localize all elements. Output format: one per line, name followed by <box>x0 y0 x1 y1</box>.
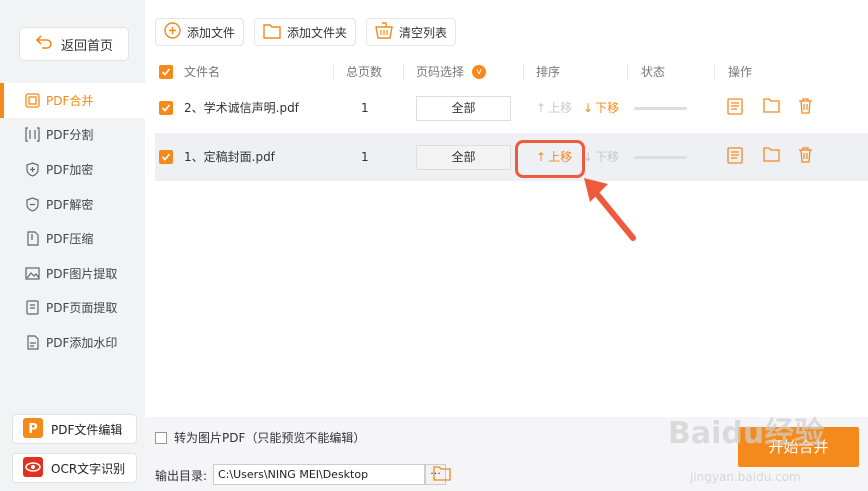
header-divider <box>333 65 334 79</box>
move-up-label: 上移 <box>548 101 573 115</box>
folder-icon <box>263 23 281 42</box>
sidebar-item-pdf-merge[interactable]: PDF合并 <box>0 83 145 118</box>
header-divider <box>714 65 715 79</box>
svg-text:P: P <box>28 422 38 437</box>
basket-icon <box>375 22 393 42</box>
sidebar-item-pdf-image-extract[interactable]: PDF图片提取 <box>0 256 145 291</box>
clear-list-label: 清空列表 <box>399 25 448 40</box>
header-filename: 文件名 <box>184 65 221 79</box>
merge-icon <box>24 92 40 108</box>
back-home-label: 返回首页 <box>60 38 113 54</box>
arrow-up-icon: ↑ <box>536 101 547 115</box>
chevron-down-icon[interactable]: v <box>472 65 486 79</box>
ocr-eye-icon <box>23 456 43 480</box>
sidebar-item-label: PDF加密 <box>46 162 94 177</box>
add-folder-button[interactable]: 添加文件夹 <box>254 18 357 46</box>
watermark-logo: Baidu经验 <box>668 416 825 451</box>
header-status: 状态 <box>641 65 666 79</box>
table-header: 文件名 总页数 页码选择 v 排序 状态 操作 <box>155 60 868 84</box>
table-row[interactable]: 2、学术诚信声明.pdf 1 全部 ↑ 上移 ↓ 下移 <box>155 84 868 132</box>
toolbar: 添加文件 添加文件夹 清空列表 <box>155 18 457 46</box>
ocr-app-label: OCR文字识别 <box>51 461 126 476</box>
sidebar-item-pdf-watermark[interactable]: PDF添加水印 <box>0 325 145 360</box>
header-divider <box>627 65 628 79</box>
folder-icon[interactable] <box>763 147 781 165</box>
open-folder-icon[interactable] <box>433 466 451 484</box>
page-count: 1 <box>361 150 369 164</box>
annotation-arrow-icon <box>584 178 636 241</box>
file-name: 1、定稿封面.pdf <box>184 150 275 164</box>
header-sort: 排序 <box>536 65 561 79</box>
header-divider <box>403 65 404 79</box>
header-divider <box>523 65 524 79</box>
header-pages: 总页数 <box>346 65 383 79</box>
row-checkbox[interactable] <box>159 101 173 115</box>
image-icon <box>24 265 40 281</box>
document-icon[interactable] <box>727 98 745 116</box>
sidebar-item-pdf-split[interactable]: PDF分割 <box>0 118 145 153</box>
document-icon[interactable] <box>727 147 745 165</box>
page-count: 1 <box>361 101 369 115</box>
select-all-checkbox[interactable] <box>159 65 173 79</box>
pdf-editor-app-label: PDF文件编辑 <box>51 422 123 437</box>
output-dir-label: 输出目录: <box>155 469 208 483</box>
sidebar-item-label: PDF页面提取 <box>46 301 118 316</box>
shield-minus-icon <box>24 196 40 212</box>
output-path-field[interactable]: C:\Users\NING MEI\Desktop <box>213 464 425 485</box>
pdf-editor-app-button[interactable]: P PDF文件编辑 <box>12 414 137 444</box>
file-name: 2、学术诚信声明.pdf <box>184 101 299 115</box>
sidebar-item-label: PDF图片提取 <box>46 266 118 281</box>
convert-image-pdf-label: 转为图片PDF（只能预览不能编辑） <box>174 431 366 445</box>
plus-circle-icon <box>164 22 181 42</box>
move-down-label: 下移 <box>595 101 620 115</box>
compress-icon <box>24 231 40 247</box>
add-file-button[interactable]: 添加文件 <box>155 18 245 46</box>
sidebar-nav: PDF合并 PDF分割 PDF加密 PDF解密 PDF压缩 PDF图片提取 PD… <box>0 83 145 360</box>
move-down-label: 下移 <box>595 150 620 164</box>
sidebar-item-pdf-page-extract[interactable]: PDF页面提取 <box>0 291 145 326</box>
back-arrow-icon <box>35 34 53 54</box>
sidebar-item-label: PDF分割 <box>46 128 94 143</box>
page-select-button[interactable]: 全部 <box>416 96 511 121</box>
page-icon <box>24 300 40 316</box>
highlight-box <box>515 140 585 178</box>
header-actions: 操作 <box>728 65 753 79</box>
table-row[interactable]: 1、定稿封面.pdf 1 全部 ↑ 上移 ↓ 下移 <box>155 133 868 181</box>
pdf-edit-app-icon: P <box>23 417 43 441</box>
row-checkbox[interactable] <box>159 150 173 164</box>
shield-plus-icon <box>24 161 40 177</box>
add-file-label: 添加文件 <box>187 25 236 40</box>
sidebar: 返回首页 PDF合并 PDF分割 PDF加密 PDF解密 PDF压缩 PDF图片… <box>0 0 145 491</box>
status-progress-bar <box>634 156 687 159</box>
sidebar-item-pdf-encrypt[interactable]: PDF加密 <box>0 152 145 187</box>
convert-image-pdf-checkbox[interactable] <box>155 432 167 444</box>
back-home-button[interactable]: 返回首页 <box>19 27 129 61</box>
sidebar-item-label: PDF合并 <box>46 93 94 108</box>
split-icon <box>24 127 40 143</box>
watermark-icon <box>24 334 40 350</box>
folder-icon[interactable] <box>763 98 781 116</box>
clear-list-button[interactable]: 清空列表 <box>366 18 457 46</box>
move-down-button[interactable]: ↓ 下移 <box>583 100 619 116</box>
sidebar-item-label: PDF解密 <box>46 197 94 212</box>
ocr-app-button[interactable]: OCR文字识别 <box>12 453 137 483</box>
move-up-button[interactable]: ↑ 上移 <box>536 100 572 116</box>
page-select-button[interactable]: 全部 <box>416 145 511 170</box>
move-down-button[interactable]: ↓ 下移 <box>583 149 619 165</box>
sidebar-item-label: PDF压缩 <box>46 232 94 247</box>
watermark-url: jingyan.baidu.com <box>690 470 801 484</box>
sidebar-item-pdf-compress[interactable]: PDF压缩 <box>0 221 145 256</box>
header-page-select: 页码选择 <box>416 65 465 79</box>
add-folder-label: 添加文件夹 <box>287 25 348 40</box>
sidebar-item-pdf-decrypt[interactable]: PDF解密 <box>0 187 145 222</box>
arrow-down-icon: ↓ <box>583 101 594 115</box>
sidebar-item-label: PDF添加水印 <box>46 335 118 350</box>
status-progress-bar <box>634 107 687 110</box>
trash-icon[interactable] <box>798 98 816 116</box>
trash-icon[interactable] <box>798 147 816 165</box>
